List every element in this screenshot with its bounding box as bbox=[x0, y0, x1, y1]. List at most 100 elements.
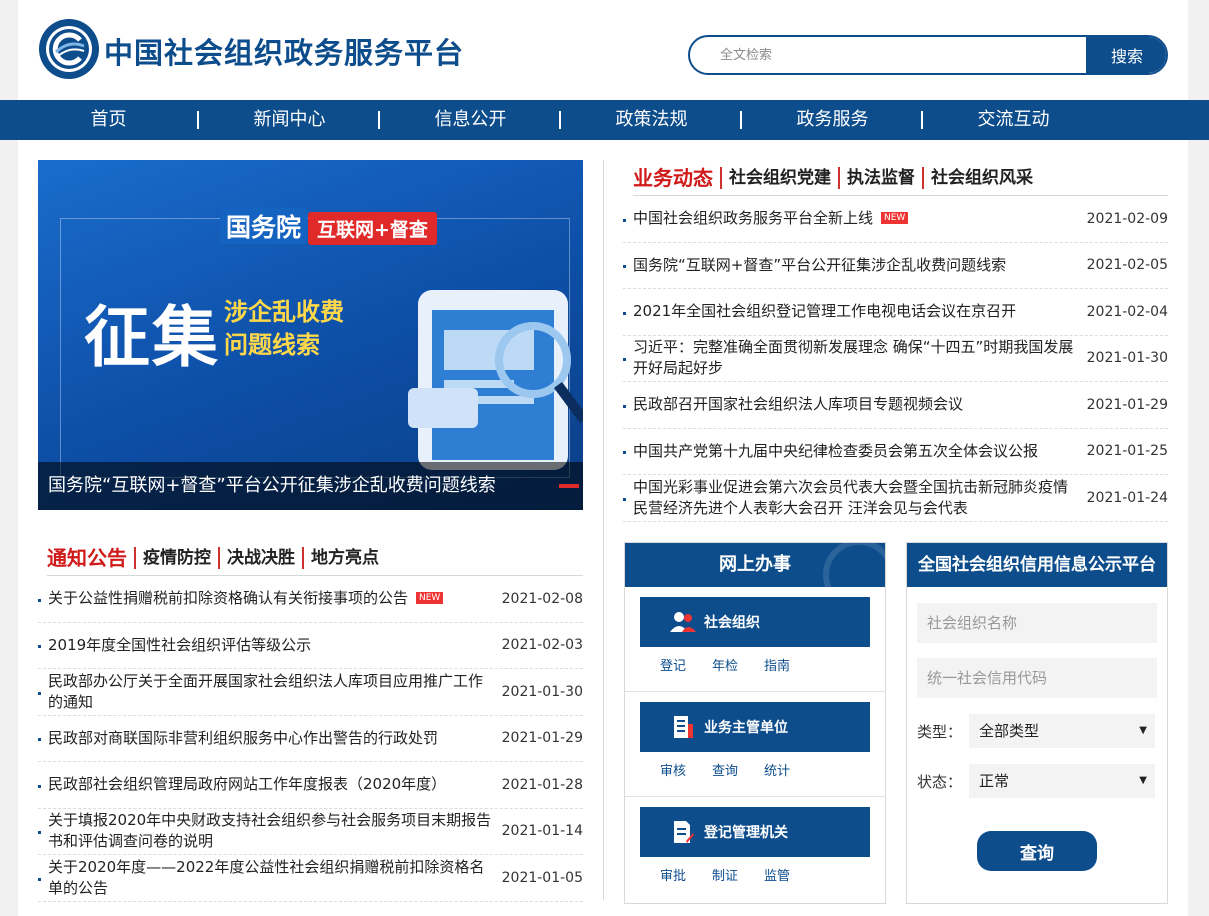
link-supervise[interactable]: 监管 bbox=[764, 865, 790, 884]
social-org-links: 登记 年检 指南 bbox=[660, 655, 790, 674]
search-box: 搜索 bbox=[688, 35, 1168, 75]
social-org-label: 社会组织 bbox=[704, 615, 760, 631]
news-date: 2021-01-25 bbox=[1086, 443, 1168, 460]
list-item[interactable]: 中国社会组织政务服务平台全新上线 NEW 2021-02-09 bbox=[623, 196, 1168, 243]
news-date: 2021-01-29 bbox=[1086, 396, 1168, 413]
site-title[interactable]: 中国社会组织政务服务平台 bbox=[104, 30, 464, 72]
online-services-panel: 网上办事 社会组织 登记 年检 指南 业务主管单位 审核 查询 统计 登记管理机… bbox=[624, 542, 886, 904]
banner-subtext-line2: 问题线索 bbox=[224, 331, 320, 359]
phone-magnifier-illustration bbox=[408, 290, 583, 470]
page: 中国社会组织政务服务平台 搜索 首页 新闻中心 信息公开 政策法规 政务服务 交… bbox=[0, 0, 1209, 916]
news-date: 2021-02-04 bbox=[1086, 303, 1168, 320]
list-item[interactable]: 民政部对商联国际非营利组织服务中心作出警告的行政处罚 2021-01-29 bbox=[38, 716, 583, 762]
online-services-title: 网上办事 bbox=[719, 554, 791, 575]
banner-caption[interactable]: 国务院“互联网+督查”平台公开征集涉企乱收费问题线索 bbox=[38, 462, 583, 510]
business-tabs: 业务动态 社会组织党建 执法监督 社会组织风采 bbox=[633, 160, 1168, 196]
banner-carousel[interactable]: 国务院 互联网+督查 征集 涉企乱收费 问题线索 国务院“互联网+督查”平台公开… bbox=[38, 160, 583, 510]
news-title: 中国社会组织政务服务平台全新上线 bbox=[633, 209, 874, 228]
credit-query-panel: 全国社会组织信用信息公示平台 类型： 全部类型 状态： 正常 查询 bbox=[906, 542, 1168, 904]
news-title: 2021年全国社会组织登记管理工作电视电话会议在京召开 bbox=[633, 302, 1017, 321]
notice-title: 关于公益性捐赠税前扣除资格确认有关衔接事项的公告 bbox=[48, 589, 409, 608]
nav-item-interaction[interactable]: 交流互动 bbox=[923, 100, 1104, 140]
link-annual-check[interactable]: 年检 bbox=[712, 655, 738, 674]
online-services-header: 网上办事 bbox=[625, 543, 885, 587]
list-item[interactable]: 关于公益性捐赠税前扣除资格确认有关衔接事项的公告 NEW 2021-02-08 bbox=[38, 576, 583, 623]
banner-heading: 国务院 bbox=[220, 208, 308, 244]
link-review[interactable]: 审核 bbox=[660, 760, 686, 779]
notice-date: 2021-01-28 bbox=[501, 776, 583, 793]
org-name-input[interactable] bbox=[917, 603, 1157, 643]
notice-tabs: 通知公告 疫情防控 决战决胜 地方亮点 bbox=[47, 540, 583, 576]
list-item[interactable]: 国务院“互联网+督查”平台公开征集涉企乱收费问题线索 2021-02-05 bbox=[623, 243, 1168, 289]
list-item[interactable]: 2019年度全国性社会组织评估等级公示 2021-02-03 bbox=[38, 623, 583, 669]
notice-date: 2021-01-29 bbox=[501, 730, 583, 747]
carousel-indicator[interactable] bbox=[559, 484, 579, 488]
service-block-registry: 登记管理机关 审批 制证 监管 bbox=[625, 797, 885, 902]
tab-org-showcase[interactable]: 社会组织风采 bbox=[922, 167, 1040, 189]
notice-date: 2021-01-30 bbox=[501, 683, 583, 700]
new-badge: NEW bbox=[416, 592, 444, 605]
link-approve[interactable]: 审批 bbox=[660, 865, 686, 884]
nav-item-info[interactable]: 信息公开 bbox=[380, 100, 561, 140]
nav-item-policy[interactable]: 政策法规 bbox=[561, 100, 742, 140]
service-block-supervisor: 业务主管单位 审核 查询 统计 bbox=[625, 692, 885, 797]
social-org-button[interactable]: 社会组织 bbox=[640, 597, 870, 647]
news-date: 2021-02-05 bbox=[1086, 257, 1168, 274]
users-icon bbox=[670, 609, 696, 635]
notice-date: 2021-02-03 bbox=[501, 637, 583, 654]
banner-subtext: 涉企乱收费 问题线索 bbox=[224, 296, 344, 362]
list-item[interactable]: 民政部召开国家社会组织法人库项目专题视频会议 2021-01-29 bbox=[623, 382, 1168, 429]
query-button[interactable]: 查询 bbox=[977, 831, 1097, 871]
tab-decisive-battle[interactable]: 决战决胜 bbox=[218, 547, 302, 569]
document-edit-icon bbox=[670, 819, 696, 845]
tab-local-highlights[interactable]: 地方亮点 bbox=[302, 547, 386, 569]
notice-date: 2021-02-08 bbox=[501, 590, 583, 607]
notice-title: 关于2020年度——2022年度公益性社会组织捐赠税前扣除资格名单的公告 bbox=[48, 857, 485, 897]
credit-panel-title: 全国社会组织信用信息公示平台 bbox=[907, 543, 1167, 587]
tab-party-building[interactable]: 社会组织党建 bbox=[720, 167, 838, 189]
list-item[interactable]: 中国共产党第十九届中央纪律检查委员会第五次全体会议公报 2021-01-25 bbox=[623, 429, 1168, 475]
nav-item-news[interactable]: 新闻中心 bbox=[199, 100, 380, 140]
type-select[interactable]: 全部类型 bbox=[969, 714, 1155, 748]
link-statistics[interactable]: 统计 bbox=[764, 760, 790, 779]
list-item[interactable]: 习近平：完整准确全面贯彻新发展理念 确保“十四五”时期我国发展开好局起好步 202… bbox=[623, 336, 1168, 382]
link-query[interactable]: 查询 bbox=[712, 760, 738, 779]
credit-code-input[interactable] bbox=[917, 658, 1157, 698]
link-register[interactable]: 登记 bbox=[660, 655, 686, 674]
banner-tag: 互联网+督查 bbox=[308, 212, 437, 245]
news-title: 中国光彩事业促进会第六次会员代表大会暨全国抗击新冠肺炎疫情民营经济先进个人表彰大… bbox=[633, 477, 1069, 517]
news-title: 民政部召开国家社会组织法人库项目专题视频会议 bbox=[633, 395, 964, 414]
notice-title: 关于填报2020年中央财政支持社会组织参与社会服务项目末期报告书和评估调查问卷的… bbox=[48, 811, 492, 851]
notice-title: 民政部对商联国际非营利组织服务中心作出警告的行政处罚 bbox=[48, 728, 439, 747]
site-logo[interactable] bbox=[38, 18, 100, 80]
tab-law-enforcement[interactable]: 执法监督 bbox=[838, 167, 922, 189]
notice-title: 民政部办公厅关于全面开展国家社会组织法人库项目应用推广工作的通知 bbox=[48, 671, 484, 711]
tab-business-news[interactable]: 业务动态 bbox=[633, 167, 720, 189]
tab-epidemic[interactable]: 疫情防控 bbox=[134, 547, 218, 569]
tab-notices[interactable]: 通知公告 bbox=[47, 547, 134, 569]
list-item[interactable]: 民政部社会组织管理局政府网站工作年度报表（2020年度） 2021-01-28 bbox=[38, 762, 583, 809]
news-date: 2021-01-30 bbox=[1086, 350, 1168, 367]
search-button[interactable]: 搜索 bbox=[1086, 37, 1166, 73]
notice-date: 2021-01-05 bbox=[501, 869, 583, 886]
registry-links: 审批 制证 监管 bbox=[660, 865, 790, 884]
registry-authority-button[interactable]: 登记管理机关 bbox=[640, 807, 870, 857]
news-date: 2021-01-24 bbox=[1086, 489, 1168, 506]
list-item[interactable]: 中国光彩事业促进会第六次会员代表大会暨全国抗击新冠肺炎疫情民营经济先进个人表彰大… bbox=[623, 475, 1168, 522]
list-item[interactable]: 民政部办公厅关于全面开展国家社会组织法人库项目应用推广工作的通知 2021-01-… bbox=[38, 669, 583, 716]
search-input[interactable] bbox=[690, 37, 1088, 73]
notice-date: 2021-01-14 bbox=[501, 823, 583, 840]
list-item[interactable]: 关于填报2020年中央财政支持社会组织参与社会服务项目末期报告书和评估调查问卷的… bbox=[38, 809, 583, 855]
status-select[interactable]: 正常 bbox=[969, 764, 1155, 798]
main-nav: 首页 新闻中心 信息公开 政策法规 政务服务 交流互动 bbox=[0, 100, 1209, 140]
supervisor-unit-button[interactable]: 业务主管单位 bbox=[640, 702, 870, 752]
link-guide[interactable]: 指南 bbox=[764, 655, 790, 674]
supervisor-links: 审核 查询 统计 bbox=[660, 760, 790, 779]
list-item[interactable]: 关于2020年度——2022年度公益性社会组织捐赠税前扣除资格名单的公告 2021… bbox=[38, 855, 583, 902]
list-item[interactable]: 2021年全国社会组织登记管理工作电视电话会议在京召开 2021-02-04 bbox=[623, 289, 1168, 336]
nav-item-services[interactable]: 政务服务 bbox=[742, 100, 923, 140]
business-news-list: 中国社会组织政务服务平台全新上线 NEW 2021-02-09 国务院“互联网+督查… bbox=[623, 196, 1168, 522]
nav-item-home[interactable]: 首页 bbox=[18, 100, 199, 140]
news-title: 国务院“互联网+督查”平台公开征集涉企乱收费问题线索 bbox=[633, 255, 1007, 274]
link-certificate[interactable]: 制证 bbox=[712, 865, 738, 884]
